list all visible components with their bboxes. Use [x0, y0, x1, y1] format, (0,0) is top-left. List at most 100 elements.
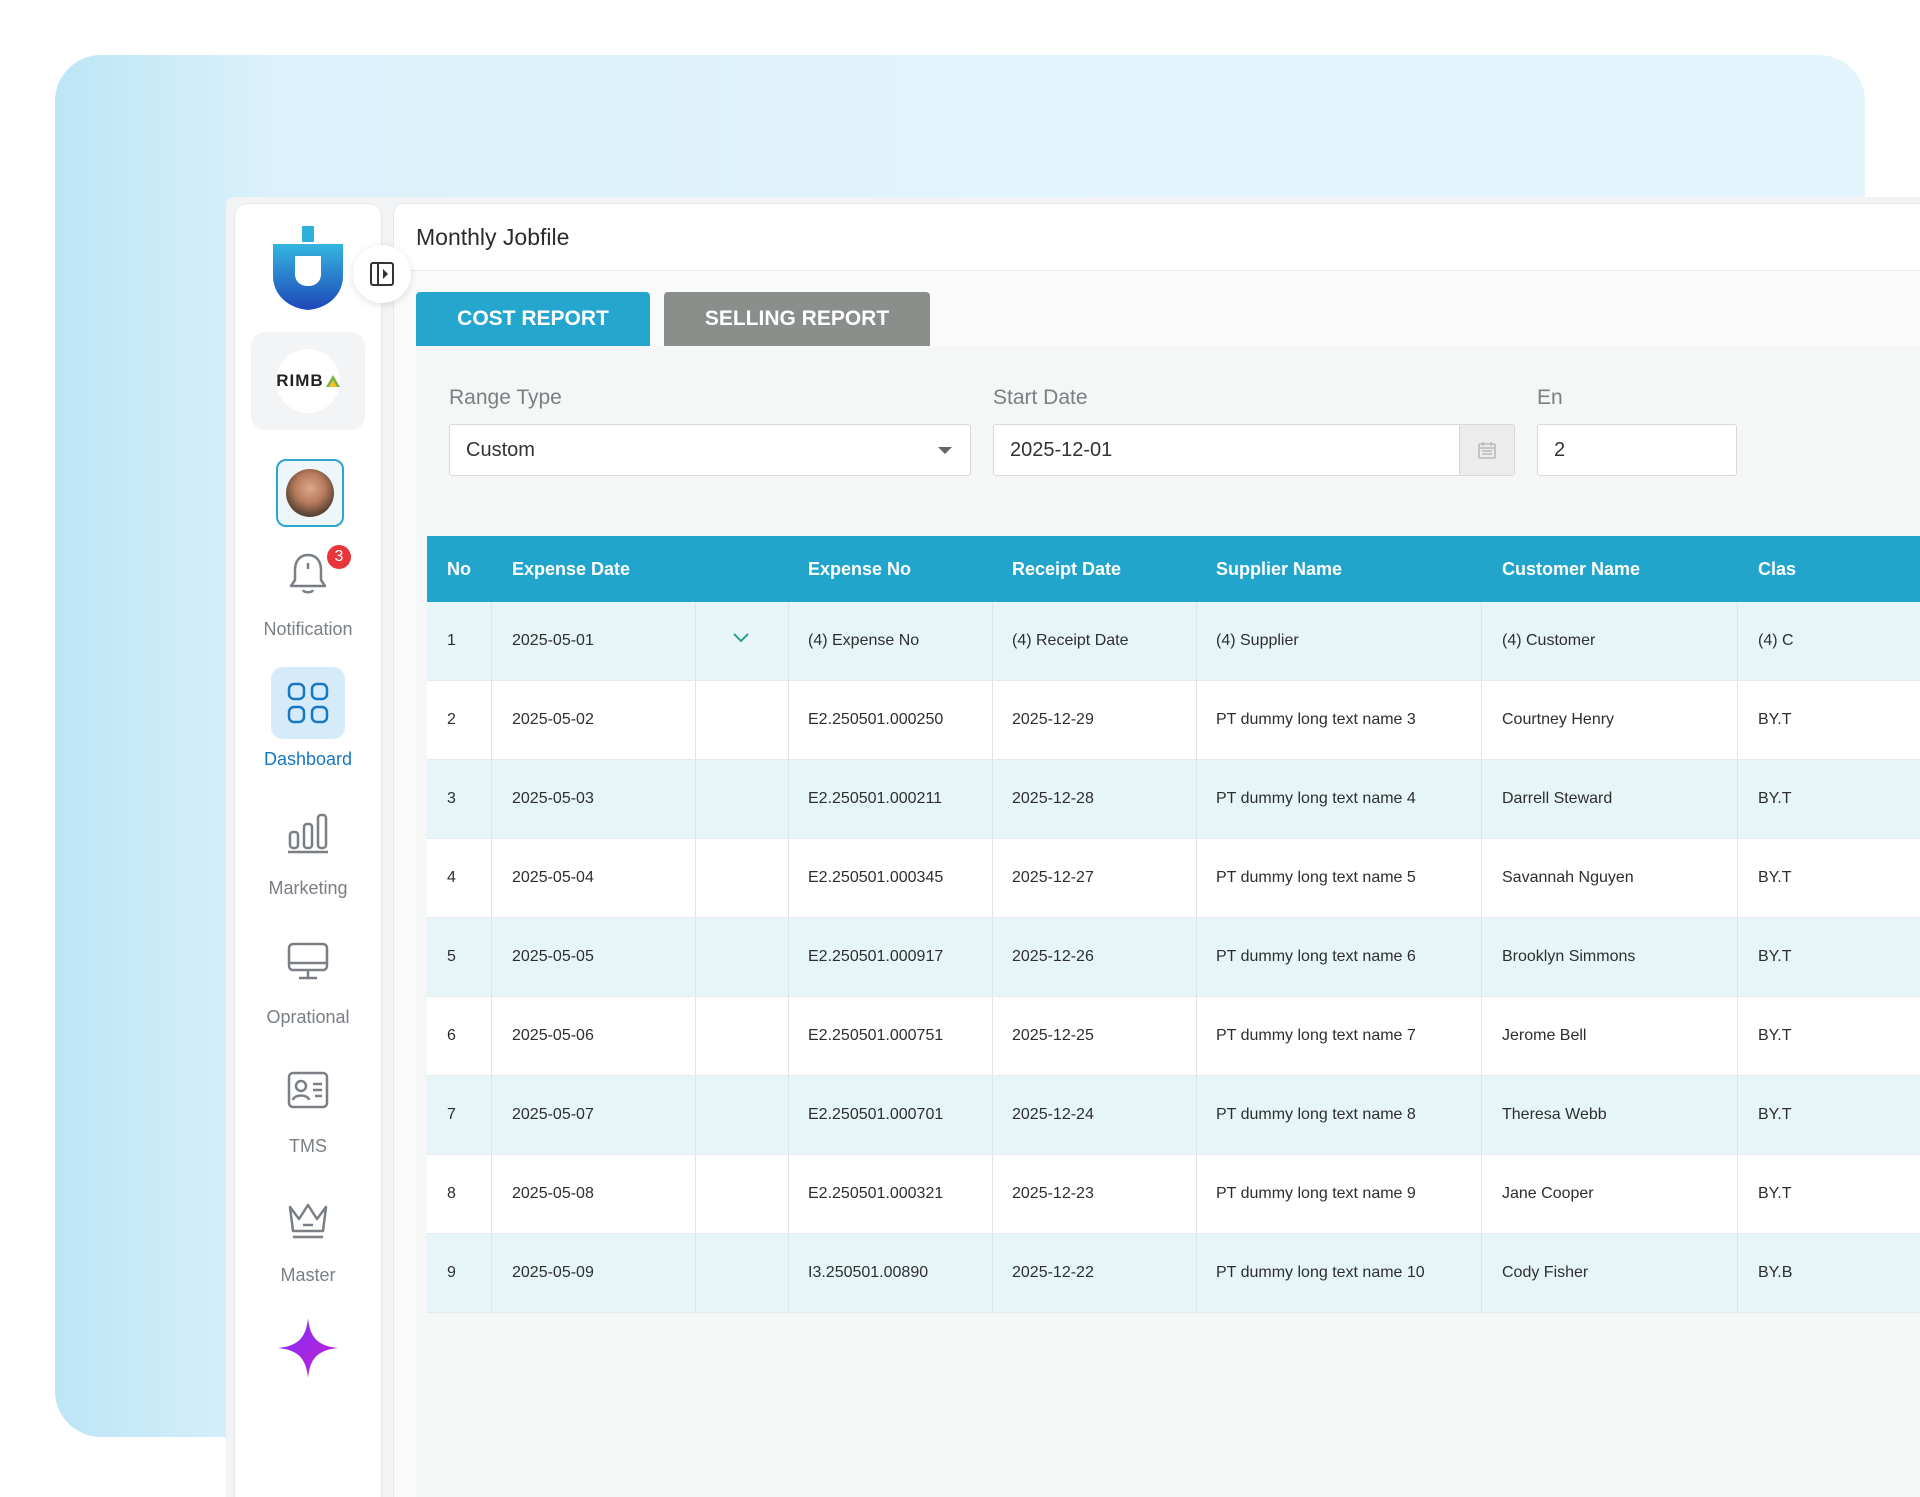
- sidebar-item-notification[interactable]: 3 Notification: [235, 537, 381, 640]
- cell-divider: [491, 839, 492, 917]
- table-row[interactable]: 6 2025-05-06 E2.250501.000751 2025-12-25 PT …: [427, 997, 1920, 1076]
- table-cell: E2.250501.000917: [808, 948, 944, 965]
- column-header-expense-date[interactable]: Expense Date: [512, 536, 630, 602]
- table-cell: BY.T: [1758, 1106, 1792, 1123]
- table-cell: 2025-12-24: [1012, 1106, 1094, 1123]
- cell-divider: [695, 681, 696, 759]
- table-cell: E2.250501.000751: [808, 1027, 944, 1044]
- table-cell: PT dummy long text name 3: [1216, 711, 1416, 728]
- sidebar-item-marketing[interactable]: Marketing: [235, 796, 381, 899]
- end-date-field[interactable]: 2: [1537, 424, 1737, 476]
- cell-divider: [695, 918, 696, 996]
- table-cell: 2: [447, 711, 456, 728]
- chevron-down-icon: [938, 447, 952, 454]
- table-cell: 1: [447, 632, 456, 649]
- cell-divider: [695, 1076, 696, 1154]
- id-card-icon: [271, 1054, 345, 1126]
- table-cell: 6: [447, 1027, 456, 1044]
- sidebar-item-label: TMS: [289, 1136, 327, 1156]
- end-date-label: En: [1537, 386, 1563, 409]
- range-type-value: Custom: [466, 438, 535, 461]
- table-cell: Jane Cooper: [1502, 1185, 1594, 1202]
- range-type-select[interactable]: Custom: [449, 424, 971, 476]
- cell-divider: [788, 681, 789, 759]
- cell-divider: [491, 602, 492, 680]
- column-header-expense-no[interactable]: Expense No: [808, 536, 911, 602]
- column-header-class[interactable]: Clas: [1758, 536, 1796, 602]
- sidebar: RIMB 3 Notification Dashboard Marketing …: [234, 203, 411, 1497]
- table-cell: 3: [447, 790, 456, 807]
- column-header-customer-name[interactable]: Customer Name: [1502, 536, 1640, 602]
- table-cell: E2.250501.000321: [808, 1185, 944, 1202]
- sidebar-item-dashboard[interactable]: Dashboard: [235, 667, 381, 770]
- table-cell: (4) C: [1758, 632, 1794, 649]
- table-cell: BY.B: [1758, 1264, 1793, 1281]
- table-cell: BY.T: [1758, 869, 1792, 886]
- company-logo-mark-icon: [325, 375, 340, 387]
- app-window: RIMB 3 Notification Dashboard Marketing …: [226, 197, 1920, 1497]
- column-header-receipt-date[interactable]: Receipt Date: [1012, 536, 1121, 602]
- table-cell: 2025-05-06: [512, 1027, 594, 1044]
- cell-divider: [1481, 1155, 1482, 1233]
- sidebar-item-ai-assistant[interactable]: [235, 1312, 381, 1384]
- table-cell: BY.T: [1758, 711, 1792, 728]
- sidebar-item-label: Marketing: [268, 878, 348, 898]
- sidebar-item-oprational[interactable]: Oprational: [235, 925, 381, 1028]
- cell-divider: [491, 681, 492, 759]
- tab-selling-report[interactable]: SELLING REPORT: [664, 292, 930, 346]
- table-cell: 2025-05-04: [512, 869, 594, 886]
- table-cell: 7: [447, 1106, 456, 1123]
- table-row[interactable]: 9 2025-05-09 I3.250501.00890 2025-12-22 PT d…: [427, 1234, 1920, 1313]
- table-row[interactable]: 1 2025-05-01 (4) Expense No (4) Receipt Dat…: [427, 602, 1920, 681]
- table-cell: Savannah Nguyen: [1502, 869, 1634, 886]
- sidebar-toggle-icon: [370, 262, 394, 286]
- table-cell: Brooklyn Simmons: [1502, 948, 1636, 965]
- cell-divider: [1196, 997, 1197, 1075]
- table-cell: 2025-05-09: [512, 1264, 594, 1281]
- table-cell: (4) Supplier: [1216, 632, 1299, 649]
- table-row[interactable]: 4 2025-05-04 E2.250501.000345 2025-12-27 PT …: [427, 839, 1920, 918]
- sidebar-item-tms[interactable]: TMS: [235, 1054, 381, 1157]
- end-date-value: 2: [1554, 438, 1566, 461]
- table-cell: 2025-05-07: [512, 1106, 594, 1123]
- user-avatar-button[interactable]: [276, 459, 344, 527]
- company-switcher[interactable]: RIMB: [251, 332, 365, 430]
- table-row[interactable]: 2 2025-05-02 E2.250501.000250 2025-12-29 PT …: [427, 681, 1920, 760]
- column-header-no[interactable]: No: [447, 536, 471, 602]
- calendar-button[interactable]: [1459, 425, 1514, 475]
- table-cell: Cody Fisher: [1502, 1264, 1589, 1281]
- table-body: 1 2025-05-01 (4) Expense No (4) Receipt Dat…: [427, 602, 1920, 1313]
- table-cell: 2025-05-01: [512, 632, 594, 649]
- sidebar-toggle-button[interactable]: [353, 245, 411, 303]
- sidebar-item-label: Oprational: [266, 1007, 350, 1027]
- cell-divider: [992, 602, 993, 680]
- chevron-down-icon[interactable]: [732, 632, 750, 644]
- cell-divider: [1196, 1076, 1197, 1154]
- cell-divider: [1737, 839, 1738, 917]
- cell-divider: [491, 1234, 492, 1312]
- sidebar-item-master[interactable]: Master: [235, 1183, 381, 1286]
- table-cell: 2025-05-02: [512, 711, 594, 728]
- cell-divider: [992, 1076, 993, 1154]
- table-cell: 2025-12-29: [1012, 711, 1094, 728]
- page-header: Monthly Jobfile: [394, 204, 1920, 271]
- table-row[interactable]: 8 2025-05-08 E2.250501.000321 2025-12-23 PT …: [427, 1155, 1920, 1234]
- start-date-field[interactable]: 2025-12-01: [993, 424, 1515, 476]
- avatar: [286, 469, 334, 517]
- column-header-supplier-name[interactable]: Supplier Name: [1216, 536, 1342, 602]
- table-cell: E2.250501.000701: [808, 1106, 944, 1123]
- cell-divider: [1737, 997, 1738, 1075]
- cell-divider: [1737, 1155, 1738, 1233]
- table-row[interactable]: 7 2025-05-07 E2.250501.000701 2025-12-24 PT …: [427, 1076, 1920, 1155]
- table-row[interactable]: 3 2025-05-03 E2.250501.000211 2025-12-28 PT …: [427, 760, 1920, 839]
- sidebar-item-label: Notification: [263, 619, 353, 639]
- table-cell: 9: [447, 1264, 456, 1281]
- cell-divider: [788, 918, 789, 996]
- table-cell: PT dummy long text name 10: [1216, 1264, 1425, 1281]
- tab-cost-report[interactable]: COST REPORT: [416, 292, 650, 346]
- table-cell: E2.250501.000250: [808, 711, 944, 728]
- company-logo: RIMB: [276, 349, 340, 413]
- table-row[interactable]: 5 2025-05-05 E2.250501.000917 2025-12-26 PT …: [427, 918, 1920, 997]
- cell-divider: [1737, 1234, 1738, 1312]
- cell-divider: [1737, 918, 1738, 996]
